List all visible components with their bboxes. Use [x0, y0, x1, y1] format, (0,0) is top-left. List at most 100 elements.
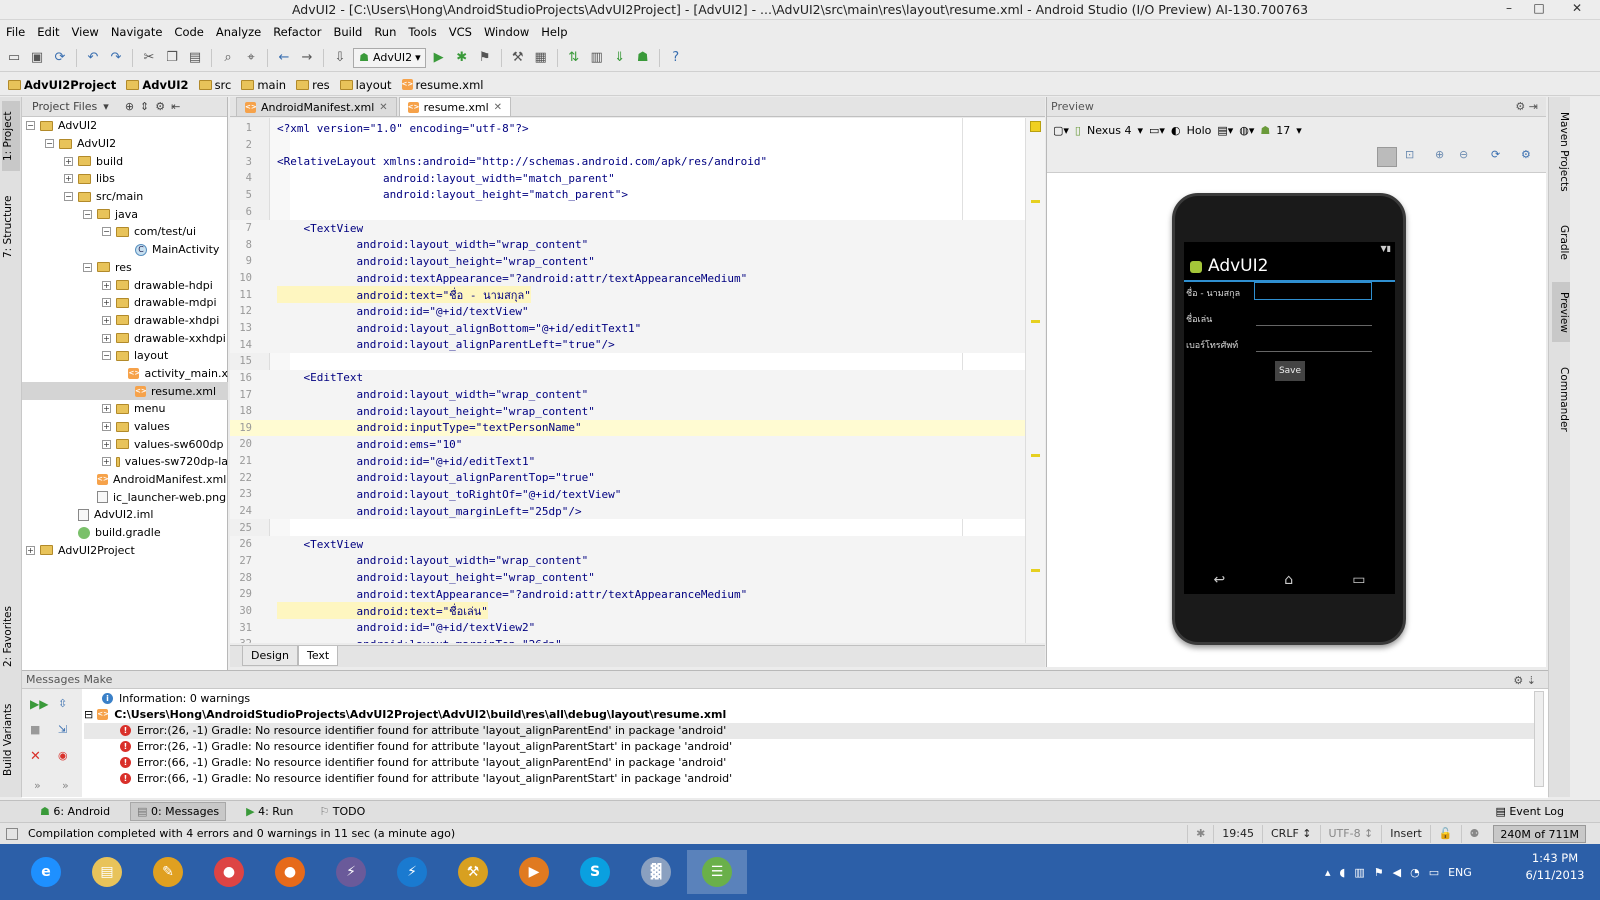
theme-select[interactable]: Holo — [1187, 124, 1212, 137]
more-icon[interactable]: » — [34, 779, 41, 792]
taskbar-app[interactable]: ✎ — [138, 850, 198, 894]
code-line[interactable]: 22 android:layout_alignParentTop="true" — [230, 469, 1025, 487]
back-icon[interactable]: ← — [274, 48, 294, 68]
crumb-file[interactable]: <> resume.xml — [401, 78, 494, 92]
taskbar-app[interactable]: ⚡ — [321, 850, 381, 894]
paste-icon[interactable]: ▤ — [185, 48, 205, 68]
code-line[interactable]: 10 android:textAppearance="?android:attr… — [230, 269, 1025, 287]
tree-item[interactable]: + values-sw720dp-la — [22, 453, 228, 471]
code-line[interactable]: 3 <RelativeLayout xmlns:android="http://s… — [230, 153, 1025, 170]
code-line[interactable]: 9 android:layout_height="wrap_content" — [230, 253, 1025, 270]
code-line[interactable]: 6 — [230, 203, 1025, 220]
expand-icon[interactable]: + — [102, 404, 111, 414]
close-button[interactable]: ✕ — [1554, 0, 1600, 18]
avd-manager-icon[interactable]: ▥ — [587, 48, 607, 68]
code-line[interactable]: 28 android:layout_height="wrap_content" — [230, 569, 1025, 586]
code-line[interactable]: 17 android:layout_width="wrap_content" — [230, 386, 1025, 403]
code-line[interactable]: 2 — [230, 137, 1025, 154]
code-line[interactable]: 11 android:text="ชื่อ - นามสกุล" — [230, 285, 1025, 304]
replace-icon[interactable]: ⌖ — [241, 48, 261, 68]
tool-tab-maven-projects[interactable]: Maven Projects — [1552, 107, 1570, 197]
help-icon[interactable]: ? — [666, 48, 686, 68]
caret-position[interactable]: 19:45 — [1213, 824, 1262, 843]
debug-icon[interactable]: ✱ — [452, 48, 472, 68]
tree-item[interactable]: build.gradle — [22, 524, 228, 542]
nickname-input[interactable] — [1256, 325, 1372, 326]
code-line[interactable]: 18 android:layout_height="wrap_content" — [230, 402, 1025, 420]
monitor-android-icon[interactable]: ☗ — [633, 48, 653, 68]
zoom-fit-icon[interactable]: ⊡ — [1405, 148, 1414, 161]
tab-android-manifest[interactable]: <> AndroidManifest.xml ✕ — [236, 97, 397, 116]
sdk-manager-icon[interactable]: ⇓ — [610, 48, 630, 68]
find-icon[interactable]: ⌕ — [218, 48, 238, 68]
tool-tab-preview[interactable]: Preview — [1552, 282, 1570, 342]
menu-code[interactable]: Code — [168, 23, 209, 41]
crumb-src[interactable]: src — [198, 78, 242, 92]
tab-resume-xml[interactable]: <> resume.xml ✕ — [398, 97, 512, 116]
show-hidden-icons-icon[interactable]: ▴ — [1325, 866, 1331, 879]
code-line[interactable]: 13 android:layout_alignBottom="@+id/edit… — [230, 319, 1025, 337]
menu-run[interactable]: Run — [368, 23, 402, 41]
home-icon[interactable]: ⌂ — [1284, 572, 1293, 588]
chevron-down-icon[interactable]: ▾ — [1296, 124, 1302, 137]
filter-errors-icon[interactable]: ◉ — [58, 749, 68, 762]
display-icon[interactable]: ▭ — [1429, 866, 1439, 879]
stop-icon[interactable]: ■ — [30, 723, 40, 736]
expand-icon[interactable]: + — [102, 439, 111, 449]
code-line[interactable]: 31 android:id="@+id/textView2" — [230, 619, 1025, 636]
more-icon[interactable]: » — [62, 779, 69, 792]
menu-analyze[interactable]: Analyze — [210, 23, 267, 41]
expand-icon[interactable]: + — [102, 315, 111, 325]
input-language[interactable]: ENG — [1448, 866, 1472, 879]
tree-item[interactable]: <> AndroidManifest.xml — [22, 471, 228, 489]
tree-item[interactable]: <> activity_main.x — [22, 365, 228, 383]
expand-icon[interactable]: + — [26, 545, 35, 555]
tree-item[interactable]: AdvUI2.iml — [22, 506, 228, 524]
tool-tab-structure[interactable]: 7: Structure — [2, 187, 20, 267]
taskbar-app[interactable]: ▤ — [77, 850, 137, 894]
wifi-icon[interactable]: ◔ — [1410, 866, 1420, 879]
line-separator[interactable]: CRLF ↕ — [1262, 824, 1320, 843]
sync-icon[interactable]: ⟳ — [50, 48, 70, 68]
message-info[interactable]: i Information: 0 warnings — [102, 691, 250, 707]
phone-input[interactable] — [1256, 351, 1372, 352]
undo-icon[interactable]: ↶ — [83, 48, 103, 68]
rerun-icon[interactable]: ▶▶ — [30, 697, 48, 711]
collapse-toggle[interactable]: ⊟ — [84, 708, 93, 721]
collapse-icon[interactable]: − — [83, 262, 92, 272]
menu-view[interactable]: View — [66, 23, 105, 41]
status-toggle-icon[interactable] — [6, 827, 18, 840]
back-icon[interactable]: ↩ — [1214, 572, 1226, 588]
tree-item[interactable]: + build — [22, 152, 228, 170]
code-line[interactable]: 32 android:layout_marginTop="26dp" — [230, 635, 1025, 643]
network-icon[interactable]: ▥ — [1354, 866, 1364, 879]
tool-tab-todo[interactable]: ⚐ TODO — [313, 803, 371, 820]
tree-item[interactable]: − src/main — [22, 188, 228, 206]
collapse-icon[interactable]: − — [102, 227, 111, 237]
crumb-main[interactable]: main — [241, 78, 296, 92]
collapse-all-icon[interactable]: ⇕ — [140, 100, 149, 113]
expand-icon[interactable]: + — [102, 280, 111, 290]
expand-icon[interactable]: + — [102, 298, 111, 308]
zoom-in-icon[interactable]: ⊕ — [1435, 148, 1444, 161]
tab-text[interactable]: Text — [297, 646, 339, 666]
tool-tab-gradle[interactable]: Gradle — [1552, 217, 1570, 267]
background-tasks-icon[interactable]: ✱ — [1187, 824, 1213, 843]
inspection-status-icon[interactable] — [1030, 121, 1041, 132]
tree-item[interactable]: <> resume.xml — [22, 382, 228, 400]
tree-item[interactable]: − res — [22, 259, 228, 277]
code-line[interactable]: 23 android:layout_toRightOf="@+id/textVi… — [230, 486, 1025, 503]
insert-mode[interactable]: Insert — [1381, 824, 1430, 843]
event-log-tab[interactable]: ▤ Event Log — [1489, 803, 1570, 820]
tree-item[interactable]: + menu — [22, 400, 228, 418]
tree-item[interactable]: − AdvUI2 — [22, 135, 228, 153]
taskbar-app[interactable]: ● — [260, 850, 320, 894]
chevron-down-icon[interactable]: ▾ — [1138, 124, 1144, 137]
tree-item[interactable]: − AdvUI2 — [22, 117, 228, 135]
tree-item[interactable]: − layout — [22, 347, 228, 365]
clock[interactable]: 1:43 PM 6/11/2013 — [1515, 850, 1595, 884]
volume-icon[interactable]: ◖ — [1340, 866, 1346, 879]
security-icon[interactable]: ⚑ — [1374, 866, 1384, 879]
menu-window[interactable]: Window — [478, 23, 535, 41]
forward-icon[interactable]: → — [297, 48, 317, 68]
